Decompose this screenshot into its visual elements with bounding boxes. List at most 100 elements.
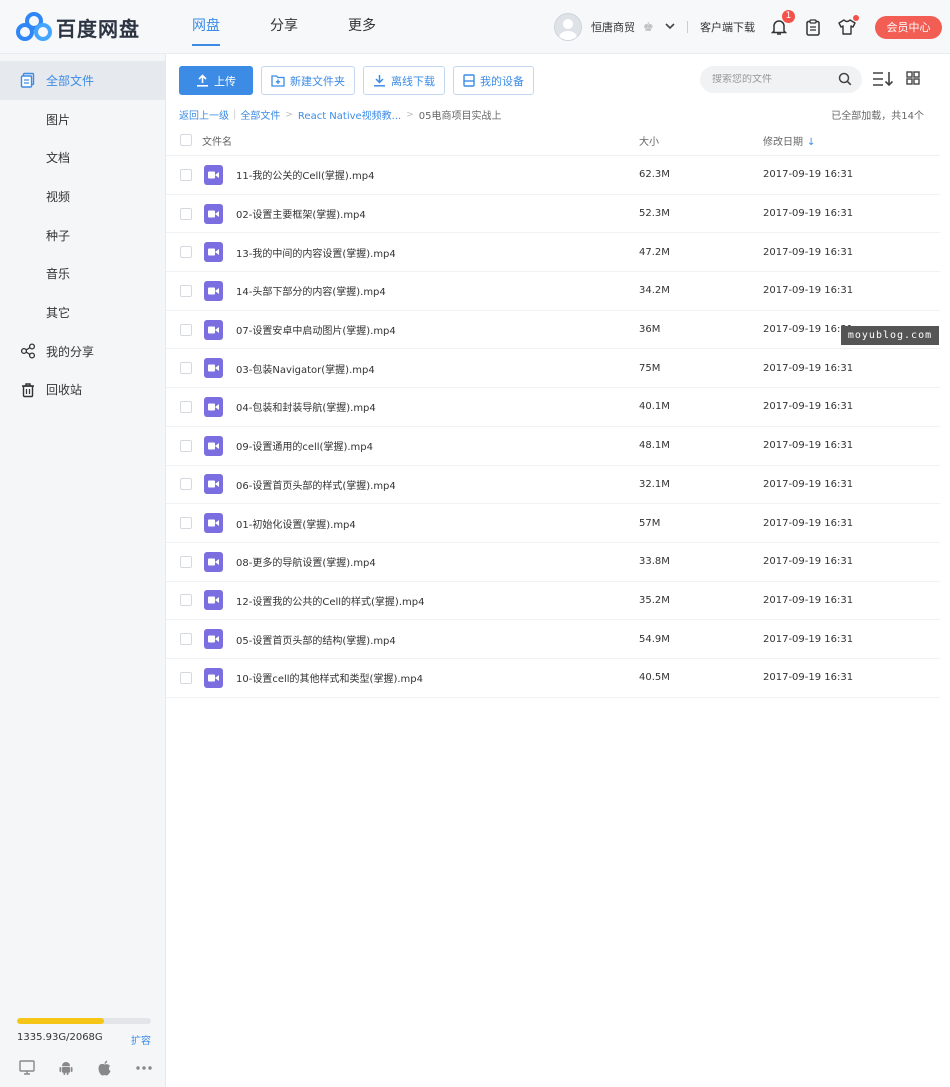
client-download-link[interactable]: 客户端下载 (700, 19, 755, 35)
vip-center-button[interactable]: 会员中心 (875, 15, 942, 39)
loaded-status: 已全部加载，共14个 (831, 111, 924, 122)
new-folder-button[interactable]: 新建文件夹 (261, 66, 355, 95)
breadcrumb-all-files[interactable]: 全部文件 (240, 107, 280, 122)
row-checkbox[interactable] (180, 362, 192, 375)
table-row[interactable]: 10-设置cell的其他样式和类型(掌握).mp4 40.5M 2017-09-19… (166, 659, 940, 698)
sidebar-item-documents[interactable]: 文档 (0, 138, 165, 177)
row-checkbox[interactable] (180, 168, 192, 181)
file-name[interactable]: 14-头部下部分的内容(掌握).mp4 (236, 283, 386, 298)
table-row[interactable]: 09-设置通用的cell(掌握).mp4 48.1M 2017-09-19 16:3… (166, 427, 940, 466)
offline-download-button[interactable]: 离线下载 (363, 66, 445, 95)
row-checkbox[interactable] (180, 633, 192, 646)
sort-icon[interactable] (872, 71, 894, 87)
file-name[interactable]: 06-设置首页头部的样式(掌握).mp4 (236, 477, 396, 492)
row-checkbox[interactable] (180, 323, 192, 336)
file-name[interactable]: 02-设置主要框架(掌握).mp4 (236, 206, 366, 221)
file-date: 2017-09-19 16:31 (763, 285, 854, 297)
table-row[interactable]: 02-设置主要框架(掌握).mp4 52.3M 2017-09-19 16:31 (166, 195, 940, 234)
sort-desc-arrow-icon: ↓ (807, 136, 816, 148)
file-size: 52.3M (639, 208, 670, 220)
select-all-checkbox[interactable] (180, 134, 192, 146)
logo[interactable]: 百度网盘 (16, 11, 140, 43)
sidebar-item-my-share[interactable]: 我的分享 (0, 332, 165, 371)
file-name[interactable]: 10-设置cell的其他样式和类型(掌握).mp4 (236, 670, 423, 685)
table-row[interactable]: 05-设置首页头部的结构(掌握).mp4 54.9M 2017-09-19 16:3… (166, 620, 940, 659)
row-checkbox[interactable] (180, 517, 192, 530)
chevron-down-icon[interactable] (665, 22, 675, 33)
search-input[interactable] (712, 74, 832, 85)
video-file-icon (204, 242, 223, 263)
file-name[interactable]: 01-初始化设置(掌握).mp4 (236, 516, 356, 531)
sidebar-item-music[interactable]: 音乐 (0, 254, 165, 293)
video-file-icon (204, 164, 223, 185)
sidebar-item-recycle-bin[interactable]: 回收站 (0, 371, 165, 410)
device-icon (463, 74, 475, 87)
table-row[interactable]: 14-头部下部分的内容(掌握).mp4 34.2M 2017-09-19 16:31 (166, 272, 940, 311)
username[interactable]: 恒唐商贸 (591, 19, 635, 35)
android-icon[interactable] (57, 1059, 74, 1076)
row-checkbox[interactable] (180, 555, 192, 568)
bell-icon[interactable]: 1 (769, 10, 795, 37)
sidebar-item-all-files[interactable]: 全部文件 (0, 61, 165, 100)
table-row[interactable]: 12-设置我的公共的Cell的样式(掌握).mp4 35.2M 2017-09-19… (166, 582, 940, 621)
sidebar-item-torrents[interactable]: 种子 (0, 216, 165, 255)
file-name[interactable]: 04-包装和封装导航(掌握).mp4 (236, 399, 376, 414)
row-checkbox[interactable] (180, 478, 192, 491)
desktop-icon[interactable] (18, 1059, 35, 1076)
file-name[interactable]: 07-设置安卓中启动图片(掌握).mp4 (236, 322, 396, 337)
clipboard-icon[interactable] (803, 17, 823, 37)
notification-badge: 1 (782, 10, 795, 23)
table-row[interactable]: 01-初始化设置(掌握).mp4 57M 2017-09-19 16:31 (166, 504, 940, 543)
row-checkbox[interactable] (180, 207, 192, 220)
grid-view-icon[interactable] (906, 71, 920, 85)
sidebar-item-label: 回收站 (46, 383, 83, 398)
my-devices-button[interactable]: 我的设备 (453, 66, 534, 95)
table-row[interactable]: 04-包装和封装导航(掌握).mp4 40.1M 2017-09-19 16:31 (166, 388, 940, 427)
row-checkbox[interactable] (180, 671, 192, 684)
file-name[interactable]: 08-更多的导航设置(掌握).mp4 (236, 554, 376, 569)
table-row[interactable]: 03-包装Navigator(掌握).mp4 75M 2017-09-19 16:3… (166, 349, 940, 389)
file-name[interactable]: 11-我的公关的Cell(掌握).mp4 (236, 167, 374, 182)
file-size: 32.1M (639, 478, 670, 490)
row-checkbox[interactable] (180, 400, 192, 413)
breadcrumb-parent[interactable]: React Native视频教... (298, 107, 401, 122)
sidebar-item-videos[interactable]: 视频 (0, 177, 165, 216)
more-icon[interactable] (135, 1059, 152, 1076)
file-size: 54.9M (639, 633, 670, 645)
table-row[interactable]: 06-设置首页头部的样式(掌握).mp4 32.1M 2017-09-19 16:3… (166, 466, 940, 505)
nav-tab-share[interactable]: 分享 (258, 0, 310, 54)
video-file-icon (204, 435, 223, 456)
tshirt-icon[interactable] (837, 15, 859, 37)
row-checkbox[interactable] (180, 284, 192, 297)
breadcrumb-back[interactable]: 返回上一级 (179, 107, 229, 122)
breadcrumb: 返回上一级 | 全部文件 > React Native视频教... > 05电商… (179, 107, 502, 122)
row-checkbox[interactable] (180, 594, 192, 607)
upload-icon (197, 74, 208, 87)
nav-tab-netdisk[interactable]: 网盘 (180, 0, 232, 54)
file-name[interactable]: 12-设置我的公共的Cell的样式(掌握).mp4 (236, 593, 424, 608)
upload-button[interactable]: 上传 (179, 66, 253, 95)
file-name[interactable]: 09-设置通用的cell(掌握).mp4 (236, 438, 373, 453)
table-row[interactable]: 08-更多的导航设置(掌握).mp4 33.8M 2017-09-19 16:31 (166, 543, 940, 582)
header-name[interactable]: 文件名 (202, 133, 232, 148)
table-row[interactable]: 13-我的中间的内容设置(掌握).mp4 47.2M 2017-09-19 16:3… (166, 233, 940, 273)
apple-icon[interactable] (96, 1059, 113, 1076)
video-file-icon (204, 629, 223, 650)
share-icon (20, 343, 36, 359)
avatar[interactable] (554, 13, 582, 41)
sidebar-item-images[interactable]: 图片 (0, 100, 165, 139)
table-row[interactable]: 07-设置安卓中启动图片(掌握).mp4 36M 2017-09-19 16:31 (166, 311, 940, 350)
sidebar-item-other[interactable]: 其它 (0, 293, 165, 332)
expand-storage-link[interactable]: 扩容 (131, 1032, 151, 1047)
header-size[interactable]: 大小 (639, 133, 659, 148)
file-date: 2017-09-19 16:31 (763, 362, 854, 374)
file-name[interactable]: 13-我的中间的内容设置(掌握).mp4 (236, 245, 396, 260)
nav-tab-more[interactable]: 更多 (336, 0, 388, 54)
file-name[interactable]: 05-设置首页头部的结构(掌握).mp4 (236, 632, 396, 647)
search-icon[interactable] (838, 72, 852, 86)
table-row[interactable]: 11-我的公关的Cell(掌握).mp4 62.3M 2017-09-19 16:3… (166, 156, 940, 195)
row-checkbox[interactable] (180, 246, 192, 259)
row-checkbox[interactable] (180, 439, 192, 452)
header-date[interactable]: 修改日期 ↓ (763, 133, 815, 148)
file-name[interactable]: 03-包装Navigator(掌握).mp4 (236, 361, 375, 376)
